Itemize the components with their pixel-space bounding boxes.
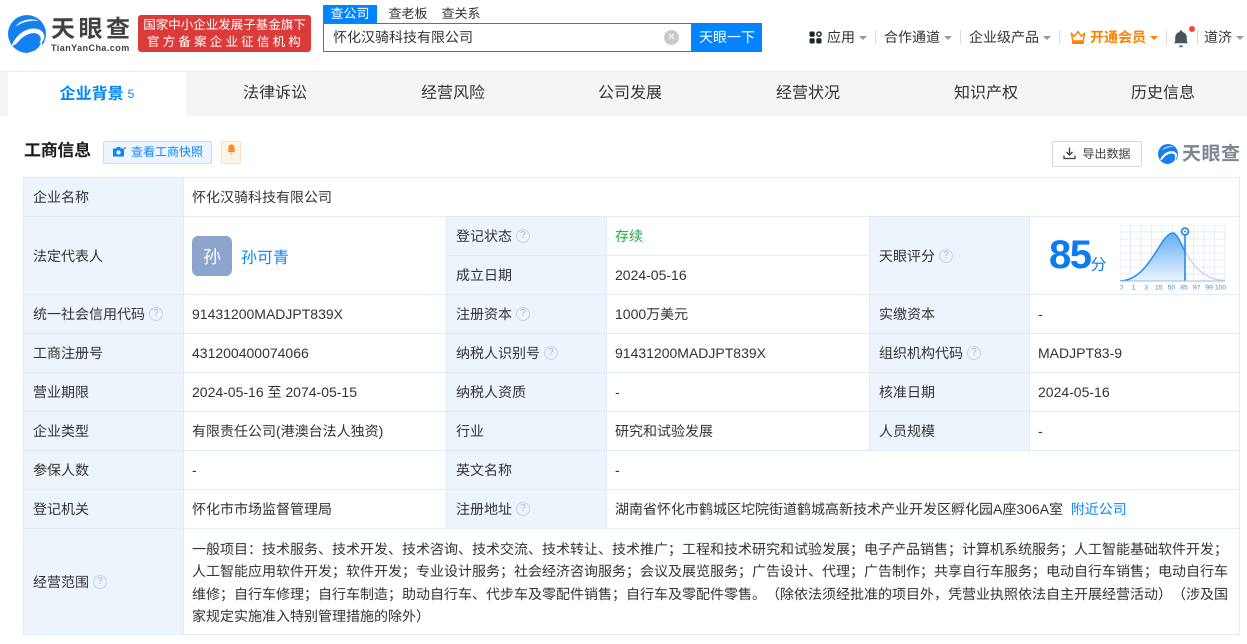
svg-text:15: 15 xyxy=(1155,285,1163,292)
svg-text:100: 100 xyxy=(1215,285,1227,292)
svg-text:0: 0 xyxy=(1120,285,1123,292)
svg-text:97: 97 xyxy=(1193,285,1201,292)
svg-text:1: 1 xyxy=(1132,285,1136,292)
svg-text:50: 50 xyxy=(1168,285,1176,292)
svg-text:85: 85 xyxy=(1180,285,1188,292)
svg-text:99: 99 xyxy=(1205,285,1213,292)
svg-text:3: 3 xyxy=(1144,285,1148,292)
